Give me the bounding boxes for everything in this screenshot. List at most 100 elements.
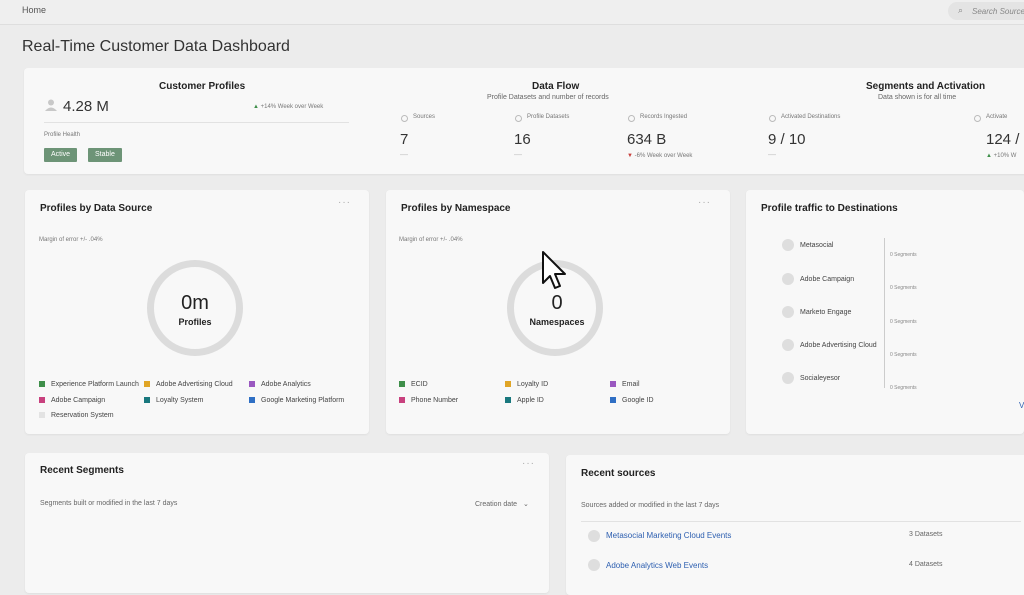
legend-swatch — [39, 397, 45, 403]
stat-datasets-value: 16 — [514, 131, 531, 148]
profile-traffic-card: Profile traffic to Destinations Metasoci… — [746, 190, 1024, 434]
recent-source-link[interactable]: Adobe Analytics Web Events — [606, 561, 708, 570]
legend-swatch — [39, 412, 45, 418]
divider — [581, 521, 1021, 522]
view-more-link[interactable]: V — [1019, 401, 1024, 410]
destination-segments: 0 Segments — [890, 385, 917, 391]
user-icon — [45, 99, 57, 111]
stat-activate-trend: ▲ +10% W — [986, 153, 1017, 159]
stat-records-trend: ▼ -6% Week over Week — [627, 153, 693, 159]
records-icon — [628, 115, 635, 122]
stat-records-value: 634 B — [627, 131, 667, 148]
recent-sources-title: Recent sources — [581, 468, 656, 479]
destination-item[interactable]: Marketo Engage — [782, 306, 851, 318]
customer-profiles-count: 4.28 M — [63, 98, 109, 115]
stat-destinations-value: 9 / 10 — [768, 131, 806, 148]
legend-item: Loyalty ID — [505, 381, 548, 388]
legend-item: Reservation System — [39, 412, 114, 419]
stat-datasets-note: — — [514, 150, 522, 159]
destination-item[interactable]: Metasocial — [782, 239, 833, 251]
legend-item: Experience Platform Launch — [39, 381, 139, 388]
more-options-icon[interactable]: ··· — [698, 197, 711, 208]
search-icon: ⌕ — [958, 5, 964, 15]
chevron-down-icon: ⌄ — [522, 501, 529, 508]
search-field[interactable]: ⌕ Search Sources — [948, 2, 1024, 20]
source-logo — [588, 530, 600, 542]
recent-source-datasets: 3 Datasets — [909, 531, 943, 538]
profiles-by-namespace-title: Profiles by Namespace — [401, 203, 511, 214]
stat-activate-label: Activate — [986, 114, 1008, 120]
legend-item: Adobe Advertising Cloud — [144, 381, 233, 388]
destination-item[interactable]: Adobe Advertising Cloud — [782, 339, 877, 351]
legend-item: Google ID — [610, 397, 654, 404]
health-badge-stable: Stable — [88, 148, 122, 162]
recent-sources-card: Recent sources Sources added or modified… — [566, 455, 1024, 595]
profile-traffic-title: Profile traffic to Destinations — [761, 203, 898, 214]
destination-segments: 0 Segments — [890, 319, 917, 325]
legend-swatch — [505, 397, 511, 403]
legend-swatch — [144, 397, 150, 403]
trend-up-icon: ▲ — [253, 104, 261, 110]
destination-segments: 0 Segments — [890, 285, 917, 291]
legend-swatch — [144, 381, 150, 387]
legend-swatch — [505, 381, 511, 387]
segments-activation-title: Segments and Activation — [866, 81, 986, 92]
breadcrumb-home[interactable]: Home — [22, 5, 46, 15]
profiles-total-value: 0m — [181, 292, 209, 314]
recent-sources-subtitle: Sources added or modified in the last 7 … — [581, 502, 720, 509]
legend-item: Phone Number — [399, 397, 458, 404]
trend-down-icon: ▼ — [627, 153, 635, 159]
stat-destinations-note: — — [768, 150, 776, 159]
data-flow-title: Data Flow — [532, 81, 580, 92]
destination-item[interactable]: Adobe Campaign — [782, 273, 854, 285]
recent-source-link[interactable]: Metasocial Marketing Cloud Events — [606, 531, 731, 540]
legend-item: ECID — [399, 381, 428, 388]
legend-swatch — [399, 397, 405, 403]
sources-icon — [401, 115, 408, 122]
profiles-by-source-title: Profiles by Data Source — [40, 203, 153, 214]
source-logo — [588, 559, 600, 571]
mouse-cursor-icon — [542, 251, 566, 289]
namespaces-total-label: Namespaces — [529, 317, 585, 327]
customer-profiles-trend: ▲ +14% Week over Week — [253, 104, 324, 110]
health-badge-active: Active — [44, 148, 78, 162]
destination-segments: 0 Segments — [890, 252, 917, 258]
more-options-icon[interactable]: ··· — [338, 197, 351, 208]
margin-of-error: Margin of error +/- .04% — [39, 237, 103, 243]
destination-logo — [782, 273, 794, 285]
search-placeholder: Search Sources — [972, 7, 1024, 16]
stat-sources-label: Sources — [413, 114, 436, 120]
more-options-icon[interactable]: ··· — [522, 458, 535, 469]
stat-datasets-label: Profile Datasets — [527, 114, 570, 120]
divider — [44, 122, 349, 123]
legend-swatch — [399, 381, 405, 387]
legend-swatch — [610, 397, 616, 403]
stat-sources-note: — — [400, 150, 408, 159]
destination-logo — [782, 339, 794, 351]
legend-item: Apple ID — [505, 397, 544, 404]
profiles-by-source-card: Profiles by Data Source ··· Margin of er… — [25, 190, 369, 434]
trend-up-icon: ▲ — [986, 153, 994, 159]
legend-item: Adobe Analytics — [249, 381, 311, 388]
legend-swatch — [610, 381, 616, 387]
legend-item: Adobe Campaign — [39, 397, 105, 404]
profiles-by-namespace-card: Profiles by Namespace ··· Margin of erro… — [386, 190, 730, 434]
legend-swatch — [249, 381, 255, 387]
legend-item: Google Marketing Platform — [249, 397, 344, 404]
destinations-icon — [769, 115, 776, 122]
namespaces-total-value: 0 — [551, 292, 563, 314]
recent-source-datasets: 4 Datasets — [909, 561, 943, 568]
stat-sources-value: 7 — [400, 131, 409, 148]
activate-icon — [974, 115, 981, 122]
segments-activation-subtitle: Data shown is for all time — [878, 94, 957, 101]
legend-item: Loyalty System — [144, 397, 203, 404]
recent-segments-card: Recent Segments ··· Segments built or mo… — [25, 453, 549, 593]
page-title: Real-Time Customer Data Dashboard — [22, 38, 290, 55]
sort-dropdown[interactable]: Creation date ⌄ — [475, 500, 529, 508]
top-bar: Home ⌕ Search Sources — [0, 0, 1024, 25]
legend-swatch — [39, 381, 45, 387]
recent-segments-title: Recent Segments — [40, 465, 124, 476]
stat-destinations-label: Activated Destinations — [781, 114, 841, 120]
customer-profiles-title: Customer Profiles — [159, 81, 246, 92]
destination-item[interactable]: Socialeyesor — [782, 372, 840, 384]
